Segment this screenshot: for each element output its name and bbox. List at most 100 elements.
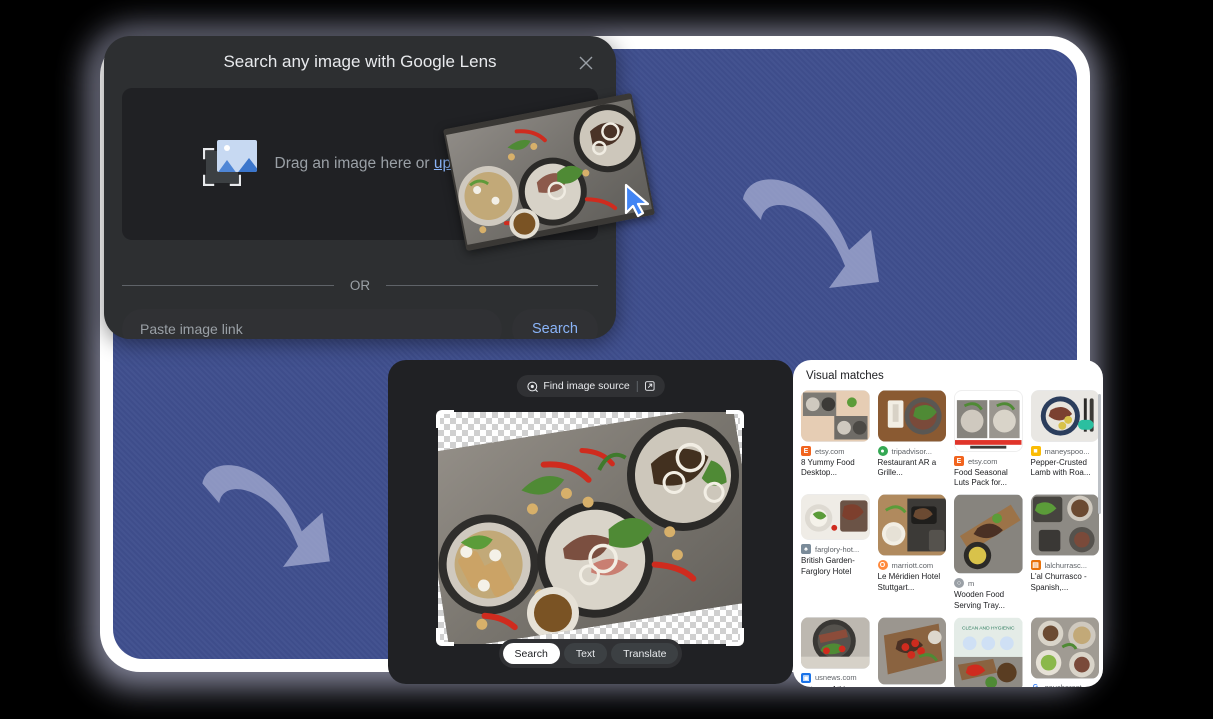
lens-mode-tabs: Search Text Translate [498, 639, 683, 668]
match-source: ♠ farglory-hot... [801, 544, 870, 555]
find-image-source-label: Find image source [543, 380, 630, 392]
picture-thumb-icon [216, 140, 257, 172]
tab-translate[interactable]: Translate [611, 643, 679, 664]
favicon-icon: ■ [1030, 446, 1041, 456]
match-source: E etsy.com [801, 446, 870, 456]
paste-link-row: Search [122, 309, 598, 339]
curved-arrow-icon [733, 164, 893, 299]
match-thumbnail: CLEAN AND HYGIENIC [954, 616, 1023, 687]
curved-arrow-icon [193, 449, 343, 579]
crop-handle-bottom-right[interactable] [726, 628, 744, 646]
match-source: ● tripadvisor... [877, 446, 947, 456]
dialog-title: Search any image with Google Lens [223, 52, 497, 71]
crop-handle-bottom-left[interactable] [436, 628, 454, 646]
visual-matches-panel: Visual matches E etsy.com 8 Yummy Food D… [793, 360, 1103, 687]
match-card[interactable]: ♠ farglory-hot... British Garden-Farglor… [801, 494, 870, 610]
match-thumbnail [877, 390, 946, 442]
match-source-label: farglory-hot... [815, 544, 860, 554]
thumb-art [1030, 495, 1099, 556]
favicon-icon: ○ [954, 578, 964, 589]
match-card[interactable]: ● tripadvisor... Restaurant AR a Grille.… [877, 390, 947, 488]
match-thumbnail [1030, 616, 1099, 679]
favicon-icon: ▤ [1030, 560, 1041, 571]
thumb-art [801, 390, 870, 442]
thumb-art [877, 617, 946, 685]
image-crop-canvas[interactable] [438, 412, 742, 644]
favicon-icon: ● [877, 446, 888, 456]
match-source: ▤ lalchurrasc... [1030, 560, 1100, 571]
favicon-icon: ♠ [801, 544, 811, 555]
lens-result-panel: Find image source Search Text Translate [388, 360, 793, 684]
tab-text[interactable]: Text [563, 643, 608, 664]
match-card[interactable]: E etsy.com 8 Yummy Food Desktop... [801, 390, 870, 488]
divider-line-left [122, 285, 334, 286]
crop-handle-top-right[interactable] [726, 410, 744, 428]
close-glyph [579, 56, 593, 70]
match-source: E etsy.com [954, 456, 1023, 466]
match-title: Le Méridien Hotel Stuttgart... [877, 572, 941, 592]
match-title: 8 Yummy Food Desktop... [801, 458, 855, 478]
thumb-art [801, 494, 870, 540]
match-card[interactable]: E etsy.com Food Seasonal Luts Pack for..… [954, 390, 1023, 488]
match-card[interactable]: ▦ southornsb... [877, 616, 946, 687]
match-card[interactable]: ■ maneyspoo... Pepper-Crusted Lamb with … [1030, 390, 1100, 488]
match-thumbnail [954, 494, 1023, 575]
visual-matches-grid: E etsy.com 8 Yummy Food Desktop... ● tri… [801, 390, 1099, 687]
match-source-label: m [968, 578, 975, 588]
thumb-art [1030, 390, 1099, 442]
match-title: Restaurant AR a Grille... [877, 458, 937, 478]
cursor-arrow-icon [624, 183, 654, 219]
match-title: Keto vs. Atkins: What's the... [801, 685, 870, 687]
or-label: OR [349, 278, 371, 293]
find-image-source-button[interactable]: Find image source [516, 375, 665, 397]
match-card[interactable]: ▣ usnews.com Keto vs. Atkins: What's the… [801, 616, 870, 687]
thumb-art [801, 617, 870, 669]
match-card[interactable]: O marriott.com Le Méridien Hotel Stuttga… [877, 494, 946, 610]
match-card[interactable]: G gauchorest... [1030, 616, 1100, 687]
search-button[interactable]: Search [512, 309, 598, 339]
match-source-label: maneyspoo... [1044, 446, 1090, 456]
thumb-art [1030, 617, 1099, 679]
divider-line-right [386, 285, 598, 286]
thumb-art [954, 495, 1023, 574]
match-thumbnail [801, 390, 870, 442]
favicon-icon: E [954, 456, 964, 466]
match-thumbnail [1030, 390, 1099, 442]
match-title: Wooden Food Serving Tray... [954, 590, 1005, 610]
favicon-icon: ▣ [801, 672, 811, 683]
match-source: G gauchorest... [1030, 682, 1100, 687]
match-source-label: tripadvisor... [891, 446, 932, 456]
match-thumbnail [954, 390, 1023, 452]
match-source-label: usnews.com [815, 673, 857, 683]
match-thumbnail [801, 494, 870, 541]
match-thumbnail [801, 616, 870, 669]
match-source: ■ maneyspoo... [1030, 446, 1100, 456]
image-placeholder-icon [202, 140, 259, 188]
matches-scrollbar[interactable] [1098, 394, 1101, 514]
match-card[interactable]: ○ m Wooden Food Serving Tray... [954, 494, 1023, 610]
match-source-label: etsy.com [968, 456, 998, 466]
match-title: L'al Churrasco - Spanish,... [1030, 572, 1087, 592]
close-icon[interactable] [573, 50, 599, 76]
favicon-icon: G [1030, 682, 1041, 687]
cropped-food-photo [438, 412, 742, 644]
match-source-label: gauchorest... [1045, 683, 1088, 687]
visual-matches-heading: Visual matches [806, 370, 884, 382]
match-card[interactable]: CLEAN AND HYGIENIC [954, 616, 1023, 687]
match-source-label: lalchurrasc... [1044, 560, 1088, 570]
paste-image-link-input[interactable] [122, 309, 502, 339]
crop-handle-top-left[interactable] [436, 410, 454, 428]
match-source-label: marriott.com [891, 560, 934, 570]
match-card[interactable]: ▤ lalchurrasc... L'al Churrasco - Spanis… [1030, 494, 1100, 610]
thumb-art [877, 495, 946, 556]
match-title: Food Seasonal Luts Pack for... [954, 468, 1008, 488]
match-title: British Garden-Farglory Hotel [801, 556, 855, 576]
external-link-icon [644, 381, 655, 391]
tab-search[interactable]: Search [502, 643, 560, 664]
thumb-art [955, 392, 1022, 451]
match-source-label: etsy.com [815, 446, 845, 456]
match-thumbnail [877, 494, 946, 557]
favicon-icon: E [801, 446, 811, 456]
drop-zone-text: Drag an image here or [274, 155, 434, 172]
screenshot-stage: Search any image with Google Lens Drag a… [0, 0, 1213, 719]
